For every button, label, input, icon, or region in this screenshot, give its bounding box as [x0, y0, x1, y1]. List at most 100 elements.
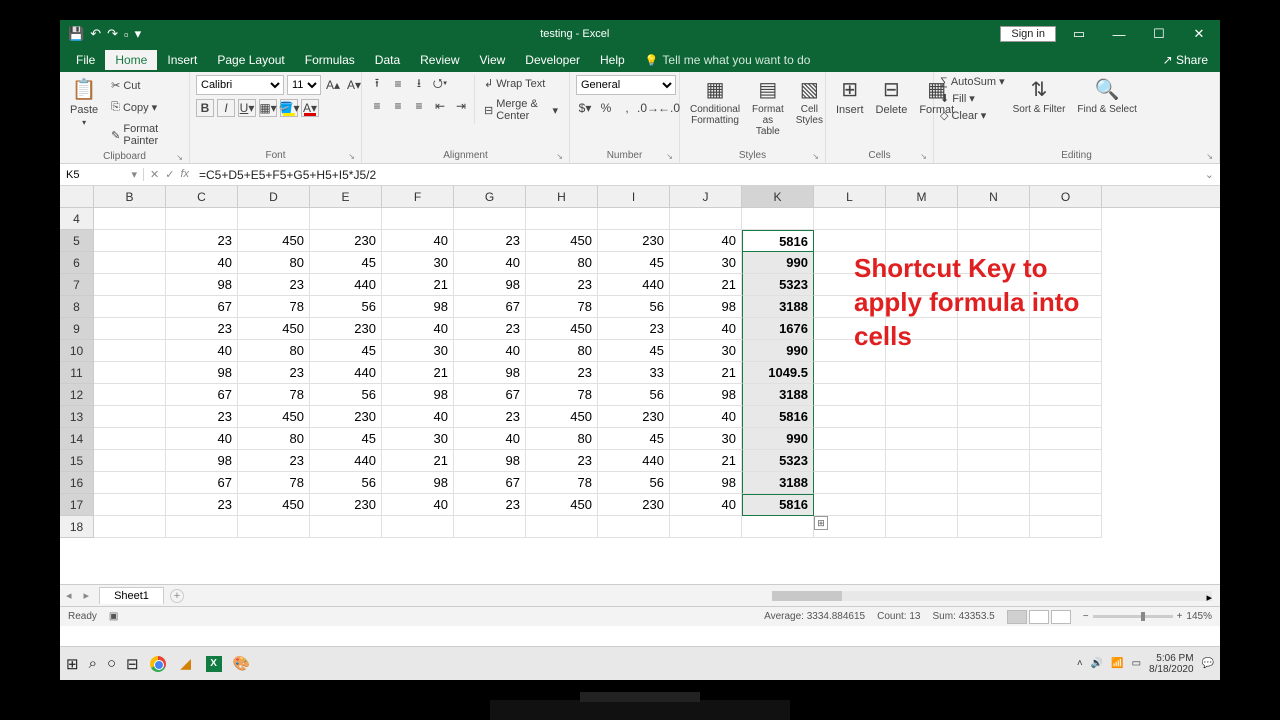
cell[interactable]: 30: [670, 340, 742, 362]
cell[interactable]: 440: [310, 450, 382, 472]
worksheet-grid[interactable]: BCDEFGHIJKLMNO 4523450230402345023040581…: [60, 186, 1220, 584]
tab-view[interactable]: View: [470, 50, 516, 70]
cell[interactable]: [958, 252, 1030, 274]
cell[interactable]: 5816: [742, 230, 814, 252]
cell[interactable]: 78: [238, 296, 310, 318]
sheet-tab[interactable]: Sheet1: [99, 587, 164, 604]
cell[interactable]: [886, 208, 958, 230]
cell[interactable]: 98: [166, 274, 238, 296]
cell[interactable]: 450: [526, 318, 598, 340]
cell[interactable]: 98: [670, 296, 742, 318]
delete-cells-button[interactable]: ⊟Delete: [872, 75, 912, 118]
cell[interactable]: 78: [526, 296, 598, 318]
cell[interactable]: [958, 362, 1030, 384]
orientation-icon[interactable]: ⭯▾: [431, 75, 449, 93]
currency-icon[interactable]: $▾: [576, 99, 594, 117]
tray-volume-icon[interactable]: 🔊: [1091, 658, 1103, 669]
cell[interactable]: [526, 516, 598, 538]
tell-me-input[interactable]: Tell me what you want to do: [635, 50, 821, 70]
cell[interactable]: [1030, 274, 1102, 296]
tab-developer[interactable]: Developer: [515, 50, 590, 70]
excel-icon[interactable]: X: [205, 655, 223, 673]
font-color-button[interactable]: A▾: [301, 99, 319, 117]
copy-button[interactable]: ⎘ Copy ▾: [106, 99, 183, 116]
redo-icon[interactable]: ↷: [107, 26, 118, 42]
row-header[interactable]: 14: [60, 428, 94, 450]
sheet-nav-next-icon[interactable]: ▸: [78, 589, 96, 602]
cell[interactable]: [1030, 516, 1102, 538]
cell[interactable]: 990: [742, 428, 814, 450]
cell[interactable]: 40: [670, 406, 742, 428]
cell[interactable]: 40: [454, 252, 526, 274]
cell[interactable]: 80: [238, 340, 310, 362]
cell[interactable]: 78: [238, 384, 310, 406]
cell[interactable]: [958, 406, 1030, 428]
cell[interactable]: 33: [598, 362, 670, 384]
cell[interactable]: [310, 516, 382, 538]
cell[interactable]: 440: [598, 450, 670, 472]
cell[interactable]: 30: [670, 428, 742, 450]
cell[interactable]: 23: [238, 274, 310, 296]
underline-button[interactable]: U▾: [238, 99, 256, 117]
share-button[interactable]: ↗ Share: [1163, 53, 1220, 67]
cell[interactable]: [94, 274, 166, 296]
cell[interactable]: 80: [526, 252, 598, 274]
cell[interactable]: [814, 472, 886, 494]
cell[interactable]: 230: [598, 230, 670, 252]
row-header[interactable]: 11: [60, 362, 94, 384]
cell[interactable]: 45: [598, 252, 670, 274]
cell[interactable]: [1030, 406, 1102, 428]
zoom-out-icon[interactable]: −: [1083, 611, 1089, 622]
horizontal-scrollbar[interactable]: ◂▸: [772, 591, 1212, 601]
cell[interactable]: [958, 208, 1030, 230]
comma-icon[interactable]: ,: [618, 99, 636, 117]
row-header[interactable]: 5: [60, 230, 94, 252]
cell[interactable]: 990: [742, 252, 814, 274]
cell[interactable]: [94, 252, 166, 274]
cell[interactable]: 990: [742, 340, 814, 362]
start-icon[interactable]: ⊞: [66, 655, 79, 673]
col-header-M[interactable]: M: [886, 186, 958, 207]
cell[interactable]: 80: [238, 252, 310, 274]
cell[interactable]: [958, 428, 1030, 450]
cell[interactable]: 67: [454, 472, 526, 494]
cell[interactable]: [814, 252, 886, 274]
cell[interactable]: 40: [670, 318, 742, 340]
cell[interactable]: [1030, 318, 1102, 340]
chrome-icon[interactable]: [149, 655, 167, 673]
name-box[interactable]: K5▾: [60, 168, 144, 181]
cell[interactable]: 40: [454, 340, 526, 362]
cell[interactable]: 56: [598, 296, 670, 318]
cell[interactable]: [958, 340, 1030, 362]
cell[interactable]: [1030, 362, 1102, 384]
cell[interactable]: 23: [166, 318, 238, 340]
cell[interactable]: 98: [670, 384, 742, 406]
tab-insert[interactable]: Insert: [157, 50, 207, 70]
cell[interactable]: 5816: [742, 494, 814, 516]
cell[interactable]: 230: [310, 230, 382, 252]
cell[interactable]: [958, 296, 1030, 318]
cell[interactable]: [670, 208, 742, 230]
find-select-button[interactable]: 🔍Find & Select: [1073, 75, 1140, 117]
cell[interactable]: 21: [382, 450, 454, 472]
cell[interactable]: [958, 450, 1030, 472]
cell[interactable]: [94, 318, 166, 340]
record-macro-icon[interactable]: ▣: [109, 611, 118, 622]
cell[interactable]: 440: [310, 362, 382, 384]
cell[interactable]: 440: [598, 274, 670, 296]
cell[interactable]: [886, 428, 958, 450]
cell[interactable]: [886, 230, 958, 252]
close-icon[interactable]: ✕: [1182, 26, 1216, 42]
cell[interactable]: [814, 406, 886, 428]
cell[interactable]: [1030, 428, 1102, 450]
cell[interactable]: [94, 362, 166, 384]
add-sheet-button[interactable]: +: [170, 589, 184, 603]
tab-file[interactable]: File: [66, 50, 105, 70]
fill-button[interactable]: ⬇ Fill ▾: [940, 92, 1005, 105]
cell[interactable]: [886, 252, 958, 274]
cell[interactable]: [382, 516, 454, 538]
notifications-icon[interactable]: 💬: [1202, 658, 1214, 669]
cell[interactable]: 80: [526, 428, 598, 450]
conditional-fmt-button[interactable]: ▦Conditional Formatting: [686, 75, 744, 128]
row-header[interactable]: 17: [60, 494, 94, 516]
